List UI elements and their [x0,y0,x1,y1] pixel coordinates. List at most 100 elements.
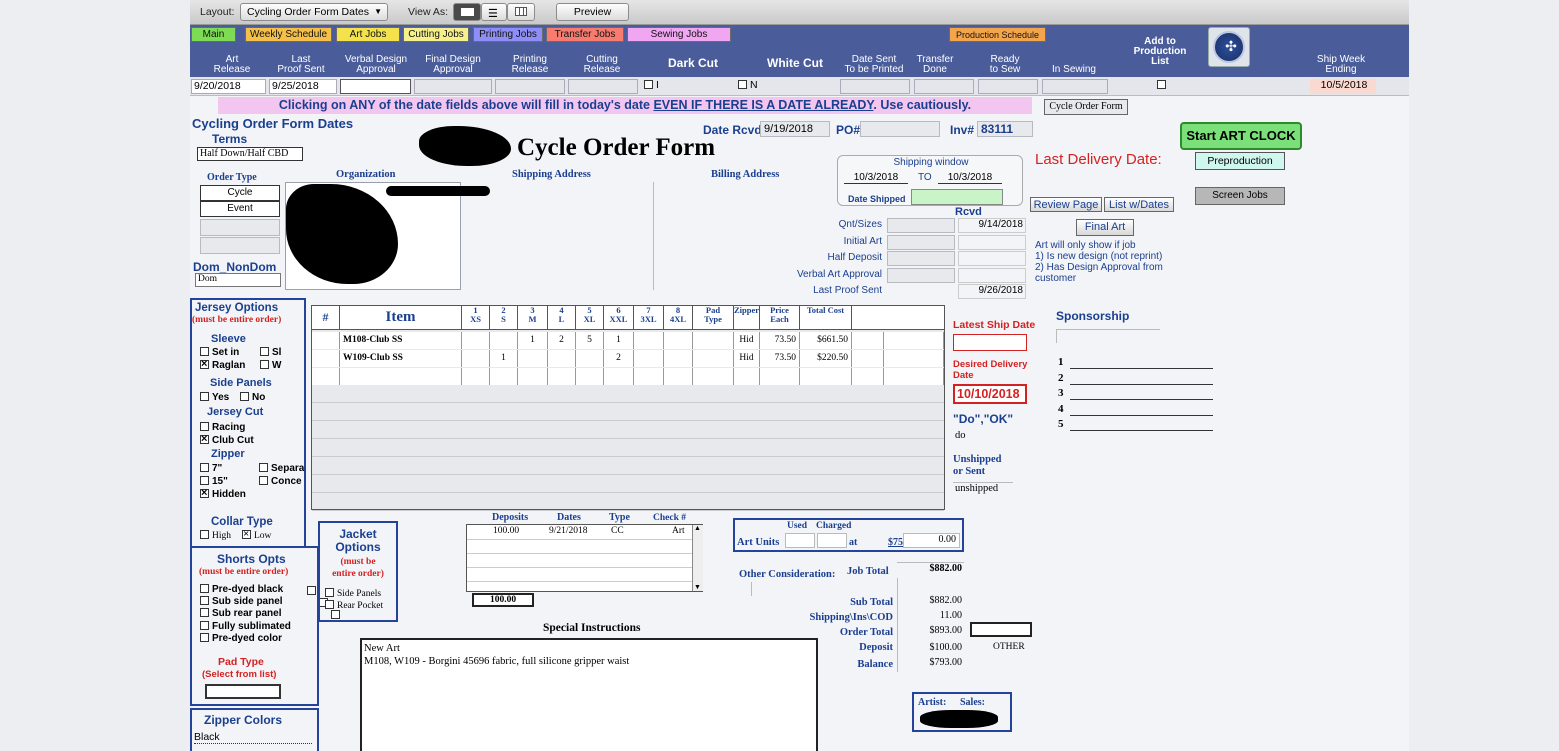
sponsor-field[interactable] [1070,414,1213,416]
table-cell[interactable]: 2 [604,350,634,367]
table-cell[interactable] [634,404,664,421]
ship-week-ending-field[interactable]: 10/5/2018 [1310,79,1376,94]
table-cell[interactable] [548,476,576,493]
table-cell[interactable] [548,404,576,421]
table-cell[interactable] [548,440,576,457]
table-cell[interactable] [800,404,852,421]
verbal-design-approval-field[interactable] [340,79,411,94]
table-cell[interactable] [852,458,884,475]
tab-art-jobs[interactable]: Art Jobs [336,27,400,42]
order-type-event[interactable]: Event [200,201,280,217]
add-to-production-checkbox[interactable] [1157,80,1166,89]
table-cell[interactable] [518,458,548,475]
table-cell[interactable] [340,476,462,493]
add-to-production-field[interactable] [1112,79,1212,94]
screen-jobs-button[interactable]: Screen Jobs [1195,187,1285,205]
dom-nondom-field[interactable]: Dom [195,273,281,287]
table-cell[interactable] [884,458,944,475]
table-cell[interactable]: $220.50 [800,350,852,367]
table-cell[interactable]: W109-Club SS [340,350,462,367]
tab-transfer-jobs[interactable]: Transfer Jobs [546,27,624,42]
table-cell[interactable] [664,476,693,493]
jacket-side-panels[interactable]: Side Panels [325,588,381,599]
preview-button[interactable]: Preview [556,3,629,21]
date-rcvd-field[interactable]: 9/19/2018 [760,121,830,137]
table-cell[interactable] [852,476,884,493]
table-cell[interactable] [340,458,462,475]
preproduction-field[interactable]: Preproduction [1195,152,1285,170]
table-cell[interactable] [312,422,340,439]
table-cell[interactable] [312,350,340,367]
shorts-option[interactable]: Sub rear panel [200,608,281,619]
table-cell[interactable] [884,422,944,439]
zipper-15-checkbox[interactable] [200,476,209,485]
transfer-done-field[interactable] [914,79,974,94]
review-row-field[interactable] [887,251,955,266]
zipper-hidden[interactable]: Hidden [200,486,246,500]
table-cell[interactable] [852,494,884,511]
move-icon[interactable]: ✣ [1208,27,1250,67]
tab-production-schedule[interactable]: Production Schedule [949,27,1046,42]
shorts-option-checkbox[interactable] [200,596,209,606]
table-cell[interactable] [604,368,634,385]
table-cell[interactable] [852,386,884,403]
table-cell[interactable] [734,404,760,421]
review-row-value[interactable] [958,267,1026,283]
table-cell[interactable] [490,440,518,457]
table-cell[interactable] [852,404,884,421]
order-total-extra-field[interactable] [970,622,1032,637]
table-cell[interactable] [734,386,760,403]
review-row-field[interactable] [887,218,955,233]
table-cell[interactable] [312,458,340,475]
tab-cutting-jobs[interactable]: Cutting Jobs [403,27,469,42]
in-sewing-field[interactable] [1042,79,1108,94]
table-cell[interactable] [884,368,944,385]
art-release-field[interactable]: 9/20/2018 [191,79,266,94]
shorts-option-checkbox[interactable] [200,608,209,618]
tab-main[interactable]: Main [191,27,236,42]
table-cell[interactable] [760,368,800,385]
table-cell[interactable] [462,458,490,475]
art-units-used-field[interactable] [785,533,815,548]
table-cell[interactable] [576,404,604,421]
table-cell[interactable] [604,422,634,439]
table-cell[interactable] [312,476,340,493]
table-cell[interactable] [800,386,852,403]
review-page-button[interactable]: Review Page [1030,197,1102,212]
raglan-checkbox[interactable] [200,357,209,371]
table-cell[interactable] [518,494,548,511]
table-cell[interactable] [604,404,634,421]
layout-select[interactable]: Cycling Order Form Dates ▼ [240,3,388,21]
table-cell[interactable] [576,422,604,439]
table-cell[interactable] [576,494,604,511]
table-cell[interactable] [576,476,604,493]
separating-checkbox[interactable] [259,463,268,472]
table-cell[interactable] [664,494,693,511]
jacket-rear-pocket[interactable]: Rear Pocket [325,600,383,611]
table-cell[interactable] [884,386,944,403]
table-cell[interactable] [800,422,852,439]
table-cell[interactable] [734,476,760,493]
table-cell[interactable] [340,386,462,403]
club-cut-checkbox[interactable] [200,432,209,446]
tab-weekly-schedule[interactable]: Weekly Schedule [245,27,332,42]
review-row-field[interactable] [887,234,955,250]
table-cell[interactable] [664,332,693,349]
list-w-dates-button[interactable]: List w/Dates [1104,197,1174,212]
order-type-cycle[interactable]: Cycle [200,185,280,201]
shorts-option-checkbox[interactable] [200,620,209,630]
start-art-clock-button[interactable]: Start ART CLOCK [1180,122,1302,150]
table-cell[interactable] [462,332,490,349]
date-shipped-field[interactable] [911,189,1003,205]
yes-checkbox[interactable] [200,392,209,401]
table-cell[interactable] [340,404,462,421]
zipper-color-field[interactable]: Black [194,731,312,744]
table-cell[interactable]: 73.50 [760,350,800,367]
art-units-charged-field[interactable] [817,533,847,548]
no-checkbox[interactable] [240,392,249,401]
table-cell[interactable] [884,494,944,511]
table-cell[interactable] [800,476,852,493]
white-cut-field[interactable]: N [736,79,836,94]
table-cell[interactable] [548,494,576,511]
table-cell[interactable] [548,386,576,403]
